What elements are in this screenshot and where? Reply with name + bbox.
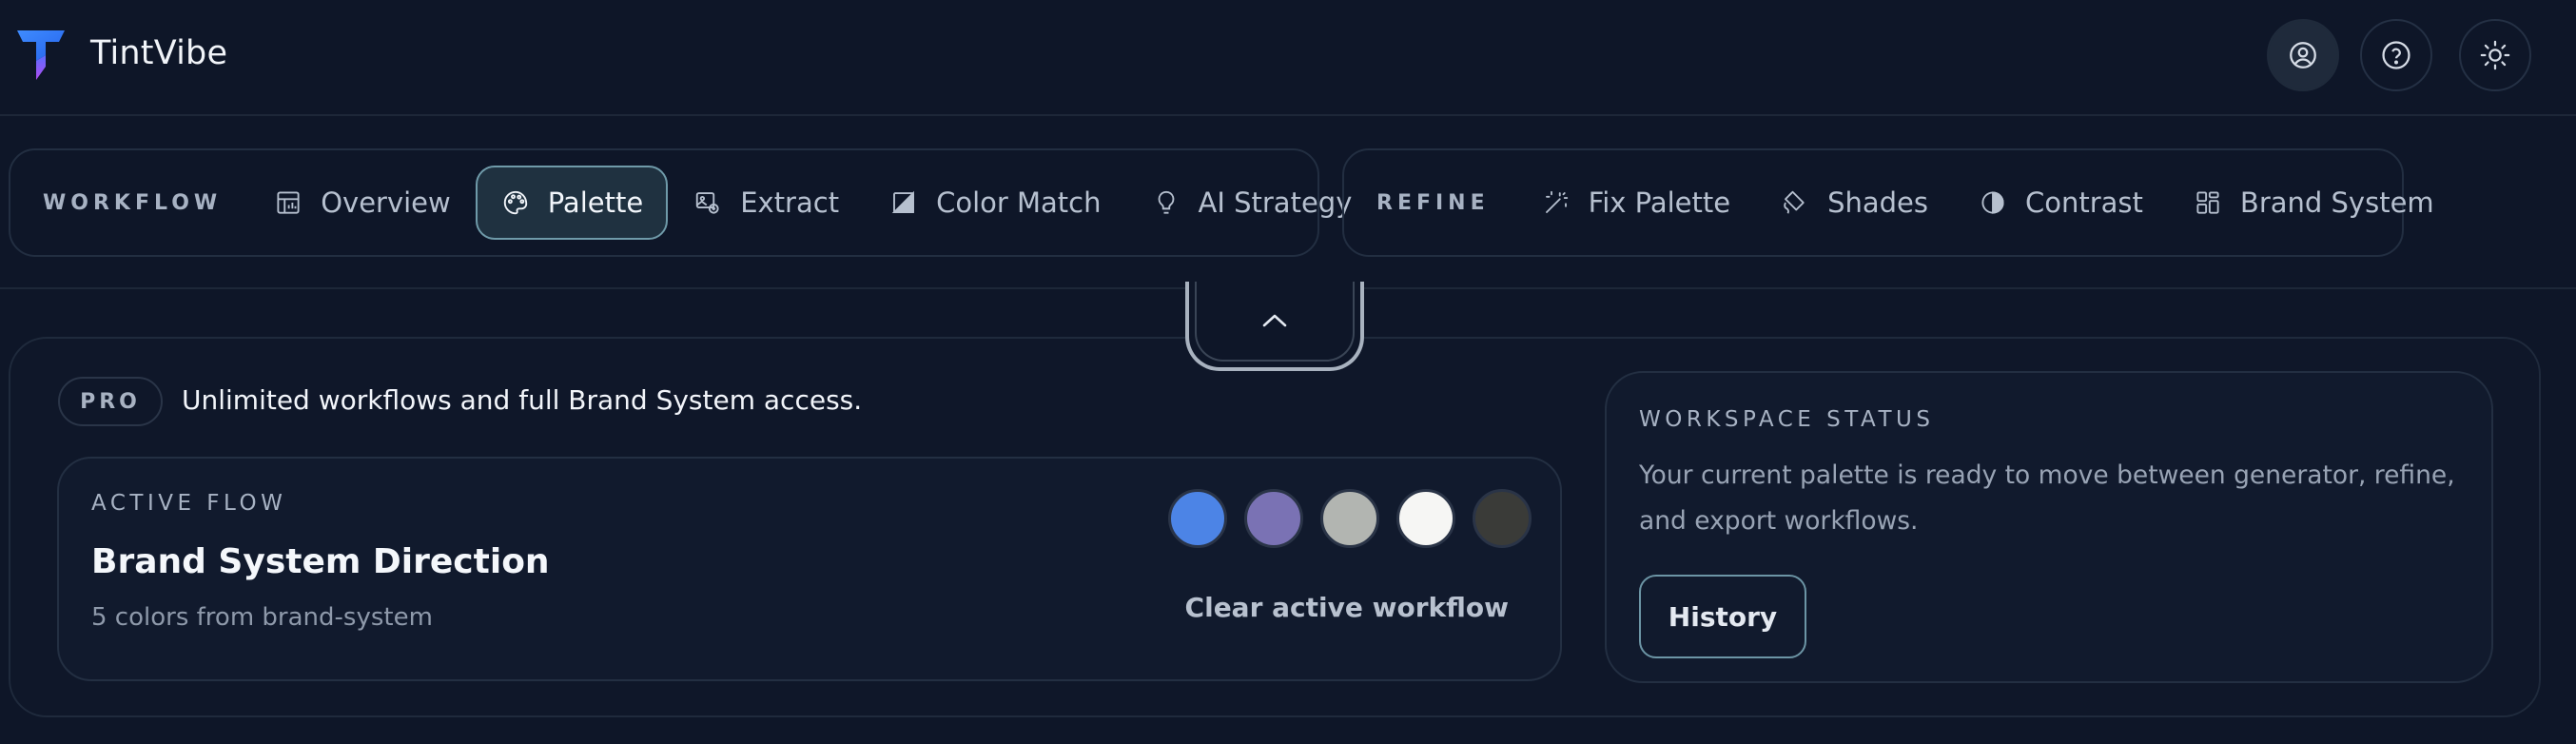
nav-item-ai-strategy[interactable]: AI Strategy <box>1126 166 1377 240</box>
active-flow-label: ACTIVE FLOW <box>91 491 287 516</box>
collapse-nav-toggle[interactable] <box>1185 282 1364 371</box>
workflow-nav-group: WORKFLOW Overview Palette Extract Color … <box>9 148 1352 257</box>
clear-active-workflow-button[interactable]: Clear active workflow <box>1185 592 1509 623</box>
top-header: TintVibe <box>0 0 2576 116</box>
nav-item-label: Color Match <box>936 186 1102 219</box>
active-flow-card: ACTIVE FLOW Brand System Direction 5 col… <box>57 457 1562 681</box>
nav-item-palette[interactable]: Palette <box>475 166 669 240</box>
overview-icon <box>277 191 300 214</box>
nav-item-label: Palette <box>547 186 644 219</box>
workflow-summary-panel: PRO Unlimited workflows and full Brand S… <box>9 337 2541 717</box>
nav-item-shades[interactable]: Shades <box>1755 166 1953 240</box>
nav-item-label: AI Strategy <box>1198 186 1353 219</box>
nav-item-label: Overview <box>321 186 451 219</box>
account-button[interactable] <box>2267 19 2339 91</box>
nav-item-fix-palette[interactable]: Fix Palette <box>1516 166 1755 240</box>
nav-item-overview[interactable]: Overview <box>248 166 476 240</box>
workflow-group-label: WORKFLOW <box>43 190 223 215</box>
color-swatch[interactable] <box>1396 489 1455 548</box>
lightbulb-icon <box>1158 190 1174 214</box>
help-icon <box>2382 41 2410 69</box>
nav-bar: WORKFLOW Overview Palette Extract Color … <box>0 118 2576 289</box>
active-flow-subtitle: 5 colors from brand-system <box>91 603 433 632</box>
workspace-status-card: WORKSPACE STATUS Your current palette is… <box>1605 371 2493 683</box>
color-swatch[interactable] <box>1473 489 1532 548</box>
nav-item-extract[interactable]: Extract <box>668 166 864 240</box>
paint-bucket-icon <box>1784 190 1805 214</box>
plan-badge: PRO <box>58 377 163 426</box>
nav-item-label: Extract <box>740 186 840 219</box>
magic-wand-icon <box>1545 190 1568 213</box>
plan-description: Unlimited workflows and full Brand Syste… <box>182 384 863 416</box>
nav-item-label: Contrast <box>2025 186 2143 219</box>
color-swatch[interactable] <box>1244 489 1303 548</box>
nav-item-label: Shades <box>1827 186 1928 219</box>
color-match-icon <box>891 190 915 213</box>
tintvibe-logo-icon[interactable] <box>13 27 68 82</box>
page: TintVibe WORKFLOW Overview Palette Extra… <box>0 0 2576 744</box>
help-button[interactable] <box>2360 19 2432 91</box>
palette-icon <box>503 190 527 215</box>
sun-icon <box>2480 40 2510 70</box>
color-swatch[interactable] <box>1168 489 1227 548</box>
refine-nav-group: REFINE Fix Palette Shades Contrast Brand… <box>1342 148 2434 257</box>
workspace-status-description: Your current palette is ready to move be… <box>1639 460 2455 536</box>
nav-item-contrast[interactable]: Contrast <box>1953 166 2168 240</box>
nav-item-label: Fix Palette <box>1588 186 1731 219</box>
color-swatch[interactable] <box>1320 489 1379 548</box>
grid-icon <box>2196 191 2219 214</box>
nav-item-color-match[interactable]: Color Match <box>864 166 1125 240</box>
active-flow-title: Brand System Direction <box>91 542 550 581</box>
app-name: TintVibe <box>90 34 228 72</box>
nav-item-brand-system[interactable]: Brand System <box>2168 166 2459 240</box>
chevron-up-icon <box>1262 314 1287 327</box>
extract-icon <box>696 192 719 214</box>
refine-group-label: REFINE <box>1376 190 1490 215</box>
nav-item-label: Brand System <box>2239 186 2434 219</box>
user-icon <box>2290 42 2316 69</box>
workspace-status-label: WORKSPACE STATUS <box>1639 407 1935 432</box>
palette-swatches <box>1168 489 1532 548</box>
contrast-icon <box>1981 191 2004 214</box>
history-button[interactable]: History <box>1639 575 1806 658</box>
theme-toggle-button[interactable] <box>2459 19 2531 91</box>
